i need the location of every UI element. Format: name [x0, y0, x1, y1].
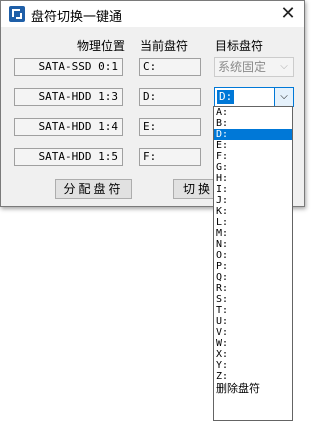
target-select-disabled: 系统固定 ⌵: [214, 57, 294, 77]
header-physical: 物理位置: [77, 39, 126, 53]
target-select-value: D:: [217, 90, 235, 104]
current-letter-field: F:: [139, 148, 201, 166]
dropdown-option[interactable]: Z:: [214, 371, 292, 382]
dropdown-option[interactable]: A:: [214, 107, 292, 118]
chevron-down-icon: ⌵: [280, 61, 288, 72]
dropdown-option[interactable]: B:: [214, 118, 292, 129]
dropdown-option[interactable]: Y:: [214, 360, 292, 371]
target-select-value: 系统固定: [218, 60, 267, 74]
dropdown-option[interactable]: H:: [214, 173, 292, 184]
dropdown-option[interactable]: F:: [214, 151, 292, 162]
dropdown-option[interactable]: W:: [214, 338, 292, 349]
dropdown-option-selected[interactable]: D:: [214, 129, 292, 140]
dropdown-option[interactable]: S:: [214, 294, 292, 305]
dropdown-option[interactable]: P:: [214, 261, 292, 272]
dropdown-option[interactable]: O:: [214, 250, 292, 261]
title-bar: 盘符切换一键通 ✕: [1, 1, 304, 27]
device-field: SATA-HDD 1:5: [14, 148, 123, 166]
device-field: SATA-SSD 0:1: [14, 58, 123, 76]
dropdown-option[interactable]: X:: [214, 349, 292, 360]
dropdown-option[interactable]: U:: [214, 316, 292, 327]
dropdown-option[interactable]: R:: [214, 283, 292, 294]
current-letter-field: E:: [139, 118, 201, 136]
device-field: SATA-HDD 1:4: [14, 118, 123, 136]
dropdown-option[interactable]: G:: [214, 162, 292, 173]
dropdown-option[interactable]: I:: [214, 184, 292, 195]
dropdown-option[interactable]: Q:: [214, 272, 292, 283]
dropdown-option[interactable]: N:: [214, 239, 292, 250]
close-icon[interactable]: ✕: [278, 4, 298, 24]
header-current: 当前盘符: [140, 39, 189, 53]
target-select[interactable]: D: ⌵: [214, 87, 294, 107]
current-letter-field: C:: [139, 58, 201, 76]
dropdown-option-delete-letter[interactable]: 删除盘符: [214, 382, 292, 396]
dropdown-option[interactable]: J:: [214, 195, 292, 206]
dropdown-option[interactable]: E:: [214, 140, 292, 151]
chevron-down-icon[interactable]: ⌵: [274, 88, 293, 106]
dropdown-option[interactable]: K:: [214, 206, 292, 217]
app-logo-icon: [9, 6, 25, 22]
assign-letters-button[interactable]: 分配盘符: [55, 179, 132, 199]
dropdown-option[interactable]: T:: [214, 305, 292, 316]
dropdown-option[interactable]: V:: [214, 327, 292, 338]
device-field: SATA-HDD 1:3: [14, 88, 123, 106]
dropdown-option[interactable]: L:: [214, 217, 292, 228]
window-title: 盘符切换一键通: [31, 10, 123, 25]
header-target: 目标盘符: [215, 39, 264, 53]
dropdown-option[interactable]: M:: [214, 228, 292, 239]
current-letter-field: D:: [139, 88, 201, 106]
target-dropdown-list[interactable]: A: B: D: E: F: G: H: I: J: K: L: M: N: O…: [213, 106, 293, 421]
